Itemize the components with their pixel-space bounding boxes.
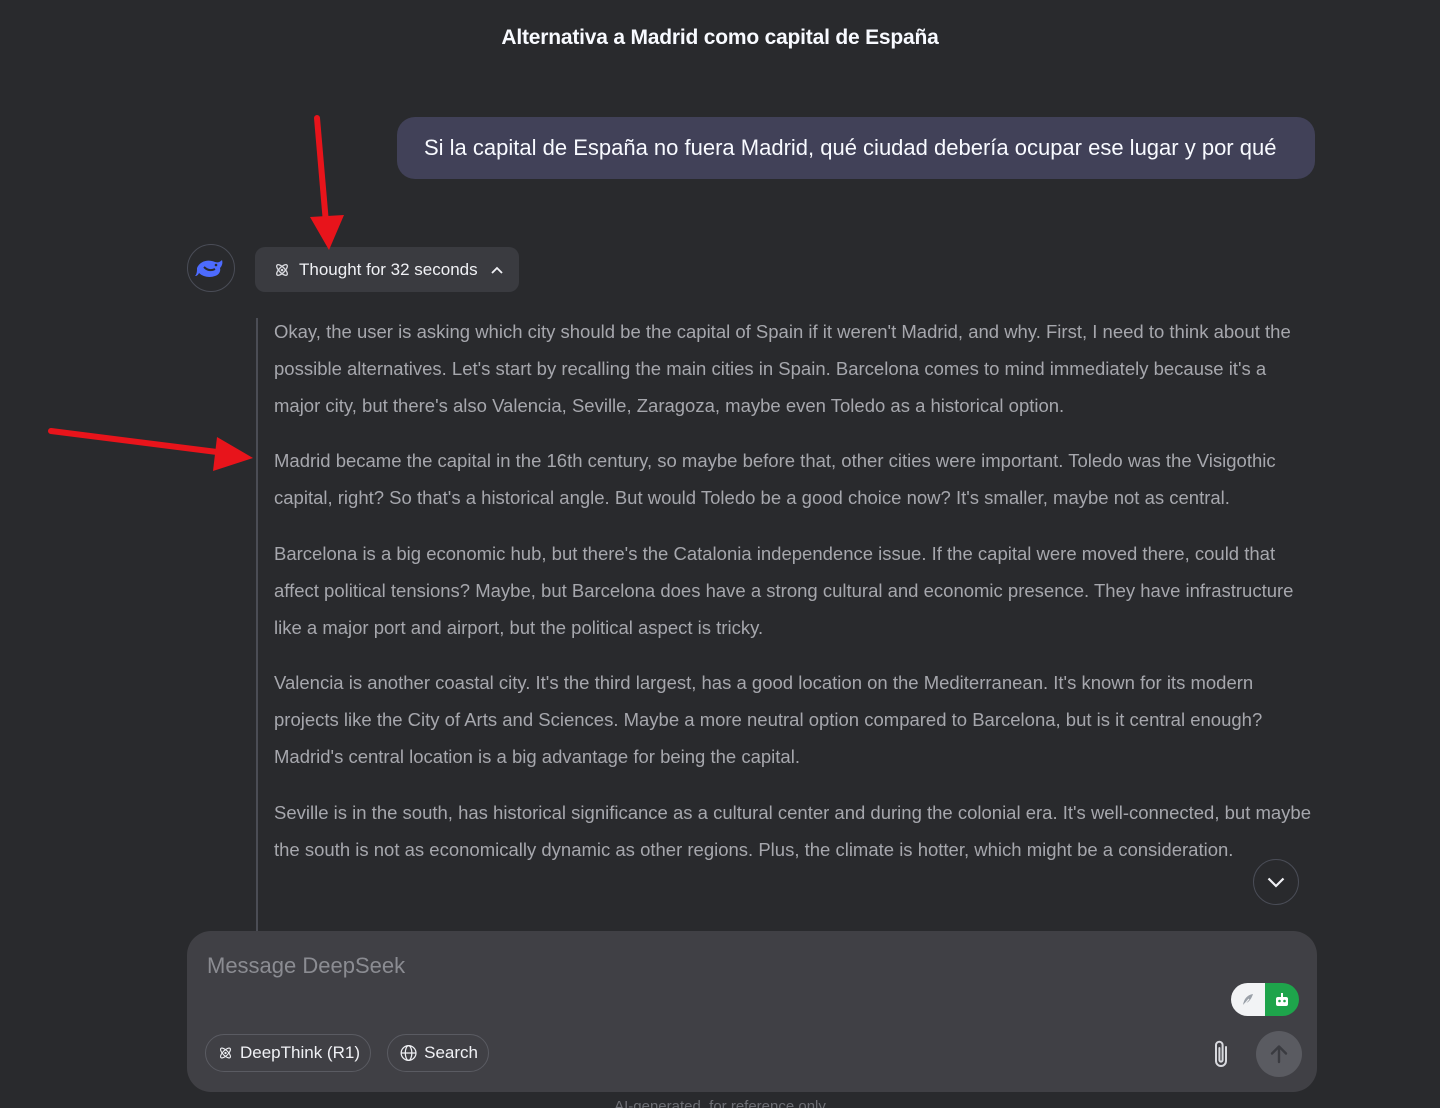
atom-icon [276, 263, 288, 276]
thinking-paragraph: Okay, the user is asking which city shou… [274, 321, 1291, 416]
message-composer: DeepThink (R1) Search [187, 931, 1317, 1092]
user-message-text: Si la capital de España no fuera Madrid,… [424, 135, 1277, 160]
user-message-bubble: Si la capital de España no fuera Madrid,… [397, 117, 1315, 179]
thinking-paragraph: Barcelona is a big economic hub, but the… [274, 542, 1294, 638]
deepthink-toggle[interactable]: DeepThink (R1) [205, 1034, 371, 1072]
arrow-up-icon [1270, 1045, 1288, 1064]
assistant-avatar [187, 244, 235, 292]
paperclip-icon [1215, 1040, 1227, 1067]
conversation-title: Alternativa a Madrid como capital de Esp… [501, 26, 939, 49]
annotation-arrow-down [310, 115, 344, 250]
chevron-up-icon [490, 266, 503, 274]
send-button[interactable] [1256, 1031, 1302, 1077]
disclaimer-text: AI-generated, for reference only [614, 1098, 826, 1108]
scroll-to-bottom-button[interactable] [1253, 859, 1299, 905]
search-toggle[interactable]: Search [387, 1034, 489, 1072]
annotation-arrow-right [48, 428, 253, 471]
deepthink-label: DeepThink (R1) [240, 1043, 360, 1062]
thought-label: Thought for 32 seconds [299, 259, 478, 279]
chevron-down-icon [1267, 877, 1285, 888]
search-label: Search [424, 1043, 478, 1062]
thought-toggle-button[interactable]: Thought for 32 seconds [255, 247, 519, 292]
attach-file-button[interactable] [1207, 1036, 1235, 1072]
thinking-content: Okay, the user is asking which city shou… [274, 314, 1314, 931]
thinking-paragraph: Seville is in the south, has historical … [274, 801, 1312, 860]
feather-icon [1231, 983, 1265, 1016]
globe-icon [400, 1044, 417, 1062]
thinking-paragraph: Valencia is another coastal city. It's t… [274, 672, 1263, 767]
robot-icon [1265, 983, 1299, 1016]
atom-icon [220, 1047, 231, 1059]
deepseek-whale-icon [195, 260, 223, 277]
thinking-divider [256, 318, 258, 932]
message-input[interactable] [207, 949, 1207, 983]
chat-page: Alternativa a Madrid como capital de Esp… [0, 0, 1440, 1108]
thinking-paragraph: Madrid became the capital in the 16th ce… [274, 450, 1276, 509]
extension-badge[interactable] [1231, 983, 1299, 1016]
